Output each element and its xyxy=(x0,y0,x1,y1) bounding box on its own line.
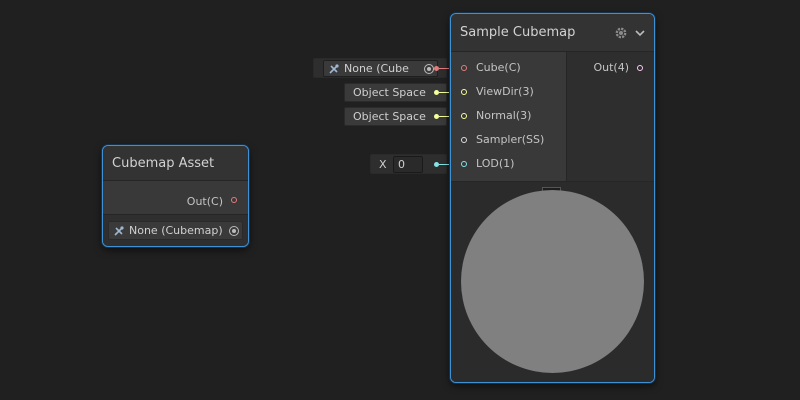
output-label: Out(C) xyxy=(186,195,223,208)
outputs-column: Out(4) xyxy=(566,52,654,181)
cube-object-field[interactable]: None (Cube xyxy=(323,60,438,77)
cubemap-field-value: None (Cubemap) xyxy=(129,224,223,237)
output-row: Out(C) xyxy=(103,181,248,214)
chevron-down-icon[interactable] xyxy=(634,27,646,39)
node-title: Cubemap Asset xyxy=(112,155,215,171)
input-row-normal[interactable]: Normal(3) xyxy=(451,107,566,125)
input-label-cube: Cube(C) xyxy=(476,61,521,74)
preview-area xyxy=(451,181,654,382)
input-port-viewdir[interactable] xyxy=(461,89,467,95)
node-title: Sample Cubemap xyxy=(460,25,576,40)
input-row-lod[interactable]: LOD(1) xyxy=(451,155,566,173)
object-picker-icon[interactable] xyxy=(229,225,239,236)
cubemap-object-icon xyxy=(113,225,125,237)
input-row-cube[interactable]: Cube(C) xyxy=(451,59,566,77)
output-port-cube[interactable] xyxy=(231,197,237,203)
input-port-cube[interactable] xyxy=(461,65,467,71)
sample-cubemap-node[interactable]: Sample Cubemap Cube(C) ViewDir(3) Normal… xyxy=(450,13,655,383)
input-row-viewdir[interactable]: ViewDir(3) xyxy=(451,83,566,101)
preview-sphere xyxy=(461,190,644,373)
output-row[interactable]: Out(4) xyxy=(567,59,654,77)
cubemap-asset-header[interactable]: Cubemap Asset xyxy=(103,146,248,181)
viewdir-space-dropdown[interactable]: Object Space xyxy=(344,83,447,102)
input-port-sampler[interactable] xyxy=(461,137,467,143)
object-picker-icon[interactable] xyxy=(424,63,434,74)
sample-cubemap-header[interactable]: Sample Cubemap xyxy=(451,14,654,52)
lod-value: 0 xyxy=(398,158,405,171)
inputs-column: Cube(C) ViewDir(3) Normal(3) Sampler(SS)… xyxy=(451,52,566,181)
input-label-lod: LOD(1) xyxy=(476,157,515,170)
cubemap-object-icon xyxy=(328,63,340,75)
cubemap-object-field[interactable]: None (Cubemap) xyxy=(108,221,243,240)
output-label: Out(4) xyxy=(593,61,629,74)
lod-value-field[interactable]: 0 xyxy=(393,156,423,173)
cube-input-field[interactable]: None (Cube xyxy=(313,58,447,78)
lod-axis-label: X xyxy=(379,158,387,171)
viewdir-space-value: Object Space xyxy=(353,86,426,99)
input-label-normal: Normal(3) xyxy=(476,109,532,122)
input-port-normal[interactable] xyxy=(461,113,467,119)
input-row-sampler[interactable]: Sampler(SS) xyxy=(451,131,566,149)
cube-field-value: None (Cube xyxy=(344,62,409,75)
asset-field-row: None (Cubemap) xyxy=(103,214,248,246)
normal-space-value: Object Space xyxy=(353,110,426,123)
input-port-lod[interactable] xyxy=(461,161,467,167)
gear-icon[interactable] xyxy=(614,26,628,40)
normal-space-dropdown[interactable]: Object Space xyxy=(344,107,447,126)
cubemap-asset-node[interactable]: Cubemap Asset Out(C) None (Cubemap) xyxy=(102,145,249,247)
input-label-sampler: Sampler(SS) xyxy=(476,133,545,146)
output-port-vector4[interactable] xyxy=(637,65,643,71)
input-label-viewdir: ViewDir(3) xyxy=(476,85,534,98)
